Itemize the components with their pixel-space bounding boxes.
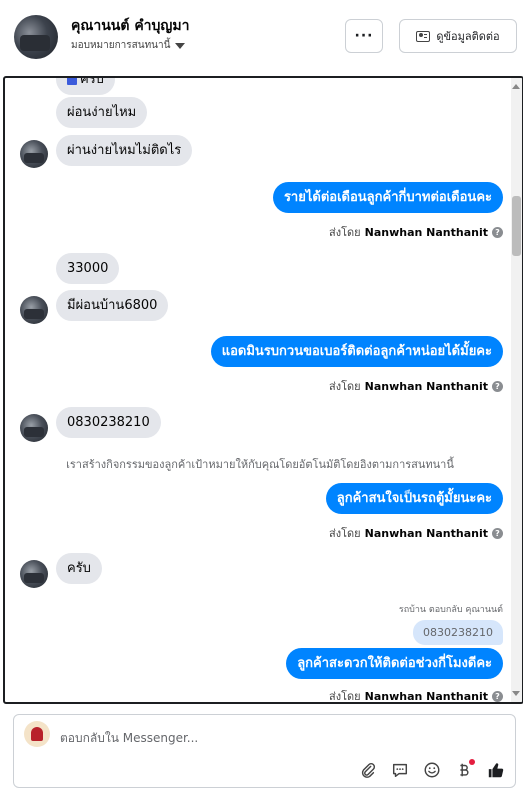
page-avatar <box>24 721 50 747</box>
emoji-icon[interactable] <box>423 761 441 779</box>
sent-by-prefix: ส่งโดย <box>329 226 361 239</box>
outgoing-message: แอดมินรบกวนขอเบอร์ติดต่อลูกค้าหน่อยได้มั… <box>210 336 503 367</box>
message-text: 33000 <box>67 261 109 276</box>
info-icon[interactable]: ? <box>492 527 503 539</box>
sender-name: Nanwhan Nanthanit <box>364 689 488 703</box>
reply-input[interactable]: ตอบกลับใน Messenger... <box>60 729 198 748</box>
assign-label: มอบหมายการสนทนานี้ <box>71 40 171 51</box>
message-text: ลูกค้าสะดวกให้ติดต่อช่วงกี่โมงดีคะ <box>297 656 492 671</box>
notification-dot <box>469 759 475 765</box>
incoming-message: 33000 <box>56 253 120 284</box>
baht-icon[interactable] <box>455 759 475 779</box>
contact-card-icon <box>416 30 431 42</box>
message-text: รายได้ต่อเดือนลูกค้ากี่บาทต่อเดือนคะ <box>283 190 492 205</box>
incoming-message: มีผ่อนบ้าน6800 <box>56 290 169 321</box>
customer-avatar <box>20 560 48 588</box>
outgoing-message: ลูกค้าสะดวกให้ติดต่อช่วงกี่โมงดีคะ <box>286 648 503 679</box>
conversation-header: คุณานนต์ คำบุญมา มอบหมายการสนทนานี้ ··· … <box>0 0 523 76</box>
outgoing-message: รายได้ต่อเดือนลูกค้ากี่บาทต่อเดือนคะ <box>272 182 503 213</box>
message-text: ผ่านง่ายไหมไม่ติดไร <box>67 143 182 158</box>
sender-name: Nanwhan Nanthanit <box>364 379 488 393</box>
outgoing-message: ลูกค้าสนใจเป็นรถตู้มั้ยนะคะ <box>325 483 503 514</box>
caret-down-icon <box>175 42 186 49</box>
incoming-message: ครับ <box>56 553 102 584</box>
incoming-message: ผ่อนง่ายไหม <box>56 97 148 128</box>
composer-toolbar <box>359 759 505 779</box>
sent-by-label: ส่งโดย Nanwhan Nanthanit ? <box>329 223 503 241</box>
sender-name: Nanwhan Nanthanit <box>364 225 488 239</box>
info-icon[interactable]: ? <box>492 690 503 702</box>
attach-icon[interactable] <box>359 761 377 779</box>
reply-label-text: รถบ้าน ตอบกลับ คุณานนต์ <box>398 605 503 615</box>
customer-avatar <box>20 296 48 324</box>
comment-icon[interactable] <box>391 761 409 779</box>
scrollbar[interactable] <box>511 78 522 702</box>
customer-name[interactable]: คุณานนต์ คำบุญมา <box>71 15 189 37</box>
message-text: แอดมินรบกวนขอเบอร์ติดต่อลูกค้าหน่อยได้มั… <box>221 344 492 359</box>
sent-by-prefix: ส่งโดย <box>329 690 361 703</box>
message-text: ครับ <box>67 561 91 576</box>
quoted-message[interactable]: 0830238210 <box>413 620 503 645</box>
incoming-message: 0830238210 <box>56 407 161 438</box>
message-text: ลูกค้าสนใจเป็นรถตู้มั้ยนะคะ <box>336 491 492 506</box>
reply-context-label: รถบ้าน ตอบกลับ คุณานนต์ <box>399 602 503 616</box>
scroll-down-arrow-icon[interactable] <box>512 691 520 696</box>
system-notice: เราสร้างกิจกรรมของลูกค้าเป้าหมายให้กับคุ… <box>66 458 454 471</box>
message-thread[interactable]: ครับ ผ่อนง่ายไหม ผ่านง่ายไหมไม่ติดไร ราย… <box>3 76 523 704</box>
message-text: 0830238210 <box>67 415 150 430</box>
more-options-button[interactable]: ··· <box>345 19 383 53</box>
sent-by-label: ส่งโดย Nanwhan Nanthanit ? <box>329 377 503 395</box>
view-contact-button[interactable]: ดูข้อมูลติดต่อ <box>399 19 517 53</box>
sent-by-prefix: ส่งโดย <box>329 380 361 393</box>
message-text: ผ่อนง่ายไหม <box>67 105 137 120</box>
customer-avatar <box>20 414 48 442</box>
sent-by-label: ส่งโดย Nanwhan Nanthanit ? <box>329 687 503 703</box>
info-icon[interactable]: ? <box>492 226 503 238</box>
sent-by-label: ส่งโดย Nanwhan Nanthanit ? <box>329 524 503 542</box>
scroll-up-arrow-icon[interactable] <box>512 84 520 89</box>
image-icon <box>67 78 77 85</box>
info-icon[interactable]: ? <box>492 380 503 392</box>
incoming-message: ผ่านง่ายไหมไม่ติดไร <box>56 135 193 166</box>
scroll-thumb[interactable] <box>512 196 521 256</box>
message-text: ครับ <box>80 76 104 87</box>
sender-name: Nanwhan Nanthanit <box>364 526 488 540</box>
thumbs-up-icon[interactable] <box>487 761 505 779</box>
sent-by-prefix: ส่งโดย <box>329 527 361 540</box>
customer-avatar <box>20 140 48 168</box>
quoted-text: 0830238210 <box>423 626 493 639</box>
assign-conversation-dropdown[interactable]: มอบหมายการสนทนานี้ <box>71 38 186 53</box>
customer-avatar[interactable] <box>14 15 58 59</box>
reply-composer[interactable]: ตอบกลับใน Messenger... <box>13 714 516 788</box>
view-contact-label: ดูข้อมูลติดต่อ <box>436 30 500 43</box>
message-text: มีผ่อนบ้าน6800 <box>67 298 158 313</box>
incoming-message: ครับ <box>56 76 115 95</box>
